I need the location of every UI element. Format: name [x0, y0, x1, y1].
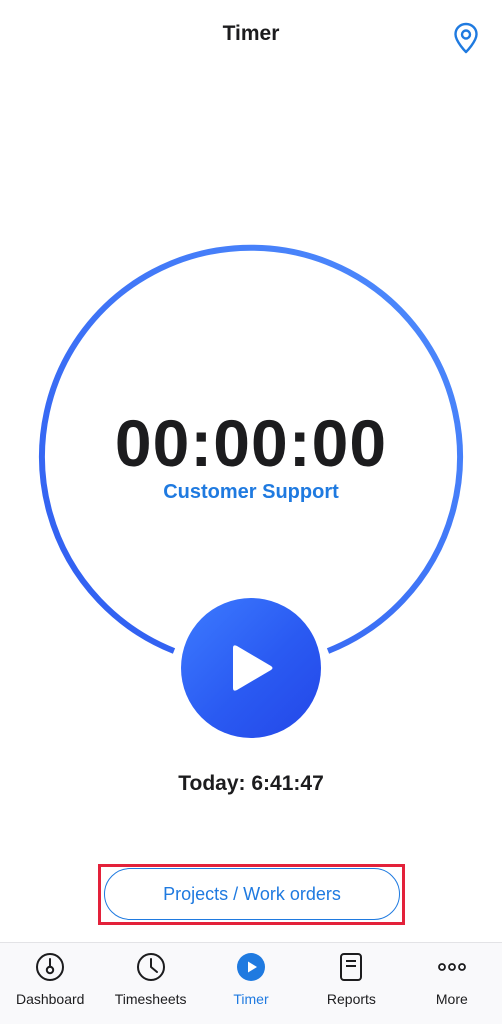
dashboard-gauge-icon [36, 953, 65, 981]
document-icon [340, 953, 363, 981]
projects-button-label: Projects / Work orders [163, 883, 341, 904]
selected-project-link[interactable]: Customer Support [0, 481, 502, 504]
tab-timesheets[interactable]: Timesheets [100, 943, 200, 1024]
map-pin-icon [454, 22, 478, 54]
tab-timer[interactable]: Timer [201, 943, 301, 1024]
play-icon [233, 645, 273, 691]
location-button[interactable] [449, 20, 483, 56]
play-button[interactable] [181, 598, 321, 738]
tab-timesheets-label: Timesheets [114, 991, 187, 1007]
projects-work-orders-button[interactable]: Projects / Work orders [104, 868, 400, 920]
header: Timer [0, 0, 502, 72]
tab-reports[interactable]: Reports [301, 943, 401, 1024]
tab-reports-label: Reports [326, 991, 376, 1007]
clock-icon [136, 953, 165, 981]
tab-dashboard-label: Dashboard [15, 991, 85, 1007]
page-title: Timer [222, 22, 280, 45]
tab-more[interactable]: More [402, 943, 502, 1024]
timer-screen: Timer 00:00:00 Customer Support Today: 6… [0, 0, 502, 1024]
tab-dashboard[interactable]: Dashboard [0, 943, 100, 1024]
today-total: Today: 6:41:47 [178, 772, 324, 795]
elapsed-time: 00:00:00 [114, 406, 388, 480]
play-circle-icon [237, 953, 266, 981]
tab-more-label: More [435, 991, 468, 1007]
tab-bar: Dashboard Timesheets Timer Reports More [0, 942, 502, 1024]
tab-timer-label: Timer [233, 991, 269, 1007]
more-dots-icon [437, 963, 466, 971]
